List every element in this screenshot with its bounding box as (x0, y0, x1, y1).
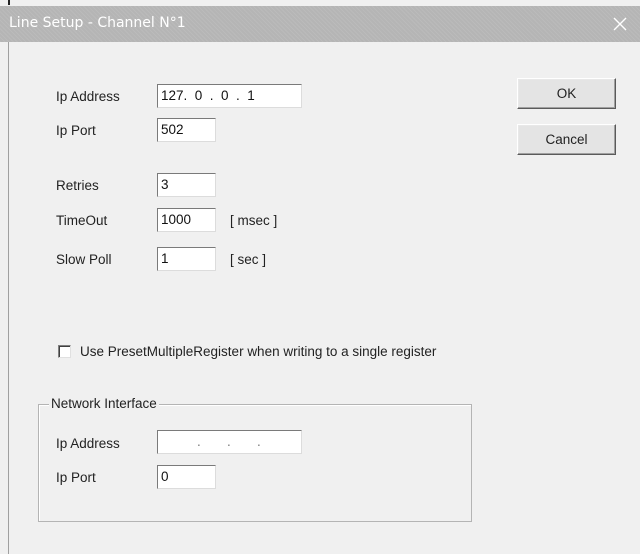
ip-address-field[interactable]: 127. 0 . 0 . 1 (157, 84, 302, 108)
network-interface-group: Network Interface (38, 396, 472, 522)
preset-multiple-register-option[interactable]: Use PresetMultipleRegister when writing … (58, 344, 436, 359)
slowpoll-field[interactable]: 1 (157, 247, 216, 271)
close-icon (613, 17, 627, 31)
network-ip-address-value: . . . (197, 434, 261, 449)
ip-address-label: Ip Address (56, 89, 120, 104)
cancel-button[interactable]: Cancel (517, 124, 616, 155)
slowpoll-value: 1 (161, 251, 169, 266)
network-ip-address-label: Ip Address (56, 436, 120, 451)
ip-port-value: 502 (161, 122, 184, 137)
timeout-field[interactable]: 1000 (157, 208, 216, 232)
preset-multiple-register-label: Use PresetMultipleRegister when writing … (80, 344, 437, 359)
cancel-button-label: Cancel (545, 132, 588, 147)
line-setup-dialog: Line Setup - Channel N°1 Ip Address 127.… (0, 0, 640, 554)
retries-value: 3 (161, 177, 169, 192)
ok-button[interactable]: OK (517, 78, 616, 109)
preset-multiple-register-checkbox[interactable] (58, 345, 71, 358)
ip-address-value: 127. 0 . 0 . 1 (161, 88, 255, 103)
network-interface-legend: Network Interface (49, 396, 159, 411)
timeout-unit: [ msec ] (230, 213, 278, 228)
retries-field[interactable]: 3 (157, 173, 216, 197)
slowpoll-unit: [ sec ] (230, 252, 267, 267)
retries-label: Retries (56, 178, 99, 193)
timeout-label: TimeOut (56, 213, 108, 228)
network-ip-port-value: 0 (161, 469, 169, 484)
cursor-tick (8, 0, 10, 5)
timeout-value: 1000 (161, 212, 192, 227)
window-title: Line Setup - Channel N°1 (9, 15, 186, 31)
slowpoll-label: Slow Poll (56, 252, 112, 267)
title-bar[interactable]: Line Setup - Channel N°1 (0, 6, 640, 42)
ok-button-label: OK (556, 86, 577, 101)
ip-port-label: Ip Port (56, 123, 96, 138)
close-button[interactable] (600, 6, 640, 42)
network-ip-address-field[interactable]: . . . (157, 430, 302, 454)
network-ip-port-field[interactable]: 0 (157, 465, 216, 489)
network-ip-port-label: Ip Port (56, 470, 96, 485)
ip-port-field[interactable]: 502 (157, 118, 216, 142)
